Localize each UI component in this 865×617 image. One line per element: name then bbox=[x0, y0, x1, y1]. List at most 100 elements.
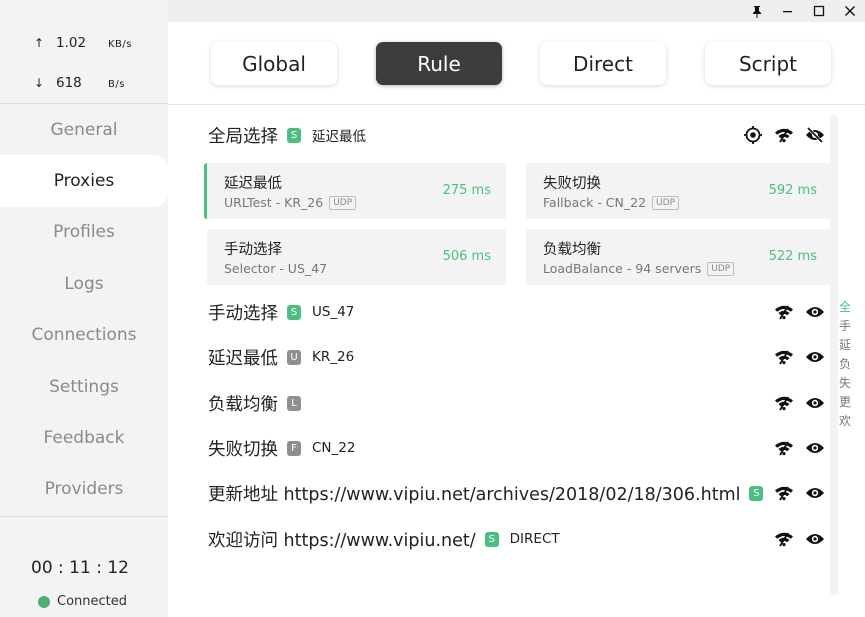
eye-icon[interactable] bbox=[799, 436, 830, 460]
locate-icon[interactable] bbox=[737, 123, 768, 147]
udp-badge: UDP bbox=[652, 195, 679, 210]
uptime-timer: 00 : 11 : 12 bbox=[31, 558, 129, 578]
index-letter[interactable]: 失 bbox=[839, 374, 851, 393]
proxy-card-name: 负载均衡 bbox=[543, 242, 601, 258]
proxy-card-name: 手动选择 bbox=[224, 242, 282, 258]
download-speed: ↓ 618 B/s bbox=[34, 75, 125, 91]
group-type-badge: U bbox=[287, 349, 301, 365]
group-name: 更新地址 https://www.vipiu.net/archives/2018… bbox=[208, 484, 741, 505]
group-type-badge: S bbox=[749, 485, 764, 501]
sidebar-item-feedback[interactable]: Feedback bbox=[0, 412, 168, 463]
wifi-icon[interactable] bbox=[768, 436, 799, 460]
status-dot-icon bbox=[38, 595, 50, 608]
proxy-group-manual[interactable]: 手动选择 S US_47 bbox=[208, 297, 830, 327]
proxy-card-type: URLTest - KR_26 bbox=[224, 195, 324, 210]
sidebar-nav: General Proxies Profiles Logs Connection… bbox=[0, 104, 168, 515]
group-name: 手动选择 bbox=[208, 303, 278, 324]
index-letter[interactable]: 延 bbox=[839, 336, 851, 355]
wifi-icon[interactable] bbox=[768, 345, 799, 369]
group-current-proxy: CN_22 bbox=[312, 440, 356, 456]
wifi-icon[interactable] bbox=[768, 481, 799, 505]
wifi-icon[interactable] bbox=[768, 527, 799, 551]
proxy-card-delay[interactable]: 506 ms bbox=[443, 249, 491, 264]
sidebar-item-settings[interactable]: Settings bbox=[0, 361, 168, 412]
eye-off-icon[interactable] bbox=[799, 123, 830, 147]
proxy-group-urltest[interactable]: 延迟最低 U KR_26 bbox=[208, 342, 830, 372]
proxy-card-delay[interactable]: 275 ms bbox=[443, 183, 491, 198]
group-current-proxy: 延迟最低 bbox=[312, 129, 366, 145]
mode-direct-button[interactable]: Direct bbox=[540, 42, 666, 85]
proxy-card[interactable]: 延迟最低 URLTest - KR_26 UDP 275 ms bbox=[204, 163, 506, 219]
group-type-badge: F bbox=[287, 440, 301, 456]
proxy-card-type: LoadBalance - 94 servers bbox=[543, 261, 702, 276]
sidebar-item-providers[interactable]: Providers bbox=[0, 464, 168, 515]
eye-icon[interactable] bbox=[799, 345, 830, 369]
group-current-proxy: KR_26 bbox=[312, 349, 355, 365]
proxy-card-name: 延迟最低 bbox=[224, 176, 282, 192]
proxy-card-name: 失败切换 bbox=[543, 176, 601, 192]
download-unit: B/s bbox=[108, 79, 125, 90]
eye-icon[interactable] bbox=[799, 481, 830, 505]
udp-badge: UDP bbox=[707, 261, 735, 276]
proxy-card[interactable]: 手动选择 Selector - US_47 506 ms bbox=[207, 229, 506, 285]
proxy-card[interactable]: 失败切换 Fallback - CN_22 UDP 592 ms bbox=[526, 163, 832, 219]
group-type-badge: S bbox=[287, 127, 301, 143]
sidebar-item-proxies[interactable]: Proxies bbox=[0, 155, 168, 207]
connection-status: Connected bbox=[38, 594, 127, 609]
eye-icon[interactable] bbox=[799, 300, 830, 324]
proxy-group-welcome[interactable]: 欢迎访问 https://www.vipiu.net/ S DIRECT bbox=[208, 524, 830, 554]
sidebar: ↑ 1.02 KB/s ↓ 618 B/s General Proxies Pr… bbox=[0, 0, 168, 617]
sidebar-divider-bottom bbox=[0, 516, 168, 517]
proxy-card-delay[interactable]: 522 ms bbox=[769, 249, 817, 264]
index-letter[interactable]: 手 bbox=[839, 317, 851, 336]
proxy-card-type: Selector - US_47 bbox=[224, 261, 328, 276]
index-letter[interactable]: 欢 bbox=[839, 412, 851, 431]
index-letter[interactable]: 负 bbox=[839, 355, 851, 374]
sidebar-item-general[interactable]: General bbox=[0, 104, 168, 155]
udp-badge: UDP bbox=[329, 195, 357, 210]
clash-app: ↑ 1.02 KB/s ↓ 618 B/s General Proxies Pr… bbox=[0, 0, 865, 617]
wifi-icon[interactable] bbox=[768, 300, 799, 324]
group-name: 失败切换 bbox=[208, 439, 278, 460]
upload-speed: ↑ 1.02 KB/s bbox=[34, 35, 132, 51]
eye-icon[interactable] bbox=[799, 391, 830, 415]
proxy-group-update-url[interactable]: 更新地址 https://www.vipiu.net/archives/2018… bbox=[208, 478, 830, 508]
group-type-badge: S bbox=[287, 304, 301, 320]
maximize-icon[interactable] bbox=[803, 0, 834, 22]
group-type-badge: S bbox=[484, 531, 499, 547]
index-letter[interactable]: 更 bbox=[839, 393, 851, 412]
proxy-group-loadbalance[interactable]: 负载均衡 L bbox=[208, 388, 830, 418]
mode-rule-button[interactable]: Rule bbox=[376, 42, 502, 85]
proxy-card[interactable]: 负载均衡 LoadBalance - 94 servers UDP 522 ms bbox=[526, 229, 832, 285]
close-icon[interactable] bbox=[834, 0, 865, 22]
wifi-icon[interactable] bbox=[768, 391, 799, 415]
sidebar-item-logs[interactable]: Logs bbox=[0, 258, 168, 309]
sidebar-item-connections[interactable]: Connections bbox=[0, 310, 168, 361]
proxy-group-global[interactable]: 全局选择 S 延迟最低 bbox=[208, 120, 830, 150]
pin-icon[interactable] bbox=[741, 0, 772, 22]
mode-global-button[interactable]: Global bbox=[211, 42, 337, 85]
index-letter[interactable]: 全 bbox=[839, 298, 851, 317]
eye-icon[interactable] bbox=[799, 527, 830, 551]
download-value: 618 bbox=[56, 75, 82, 91]
minimize-icon[interactable] bbox=[772, 0, 803, 22]
connection-status-label: Connected bbox=[57, 594, 128, 609]
upload-unit: KB/s bbox=[108, 39, 132, 50]
group-type-badge: L bbox=[287, 395, 301, 411]
proxy-card-type: Fallback - CN_22 bbox=[543, 195, 647, 210]
upload-arrow-icon: ↑ bbox=[34, 36, 45, 50]
mode-switcher: Global Rule Direct Script bbox=[168, 22, 865, 105]
upload-value: 1.02 bbox=[56, 35, 87, 51]
mode-script-button[interactable]: Script bbox=[705, 42, 831, 85]
group-name: 欢迎访问 https://www.vipiu.net/ bbox=[208, 530, 476, 551]
proxy-group-fallback[interactable]: 失败切换 F CN_22 bbox=[208, 433, 830, 463]
group-current-proxy: US_47 bbox=[312, 304, 355, 320]
proxy-card-delay[interactable]: 592 ms bbox=[769, 183, 817, 198]
group-current-proxy: DIRECT bbox=[509, 531, 560, 547]
traffic-panel: ↑ 1.02 KB/s ↓ 618 B/s bbox=[0, 0, 168, 103]
wifi-icon[interactable] bbox=[768, 123, 799, 147]
group-index-bar: 全 手 延 负 失 更 欢 bbox=[837, 298, 853, 431]
title-bar bbox=[168, 0, 865, 22]
group-name: 负载均衡 bbox=[208, 394, 278, 415]
sidebar-item-profiles[interactable]: Profiles bbox=[0, 207, 168, 258]
